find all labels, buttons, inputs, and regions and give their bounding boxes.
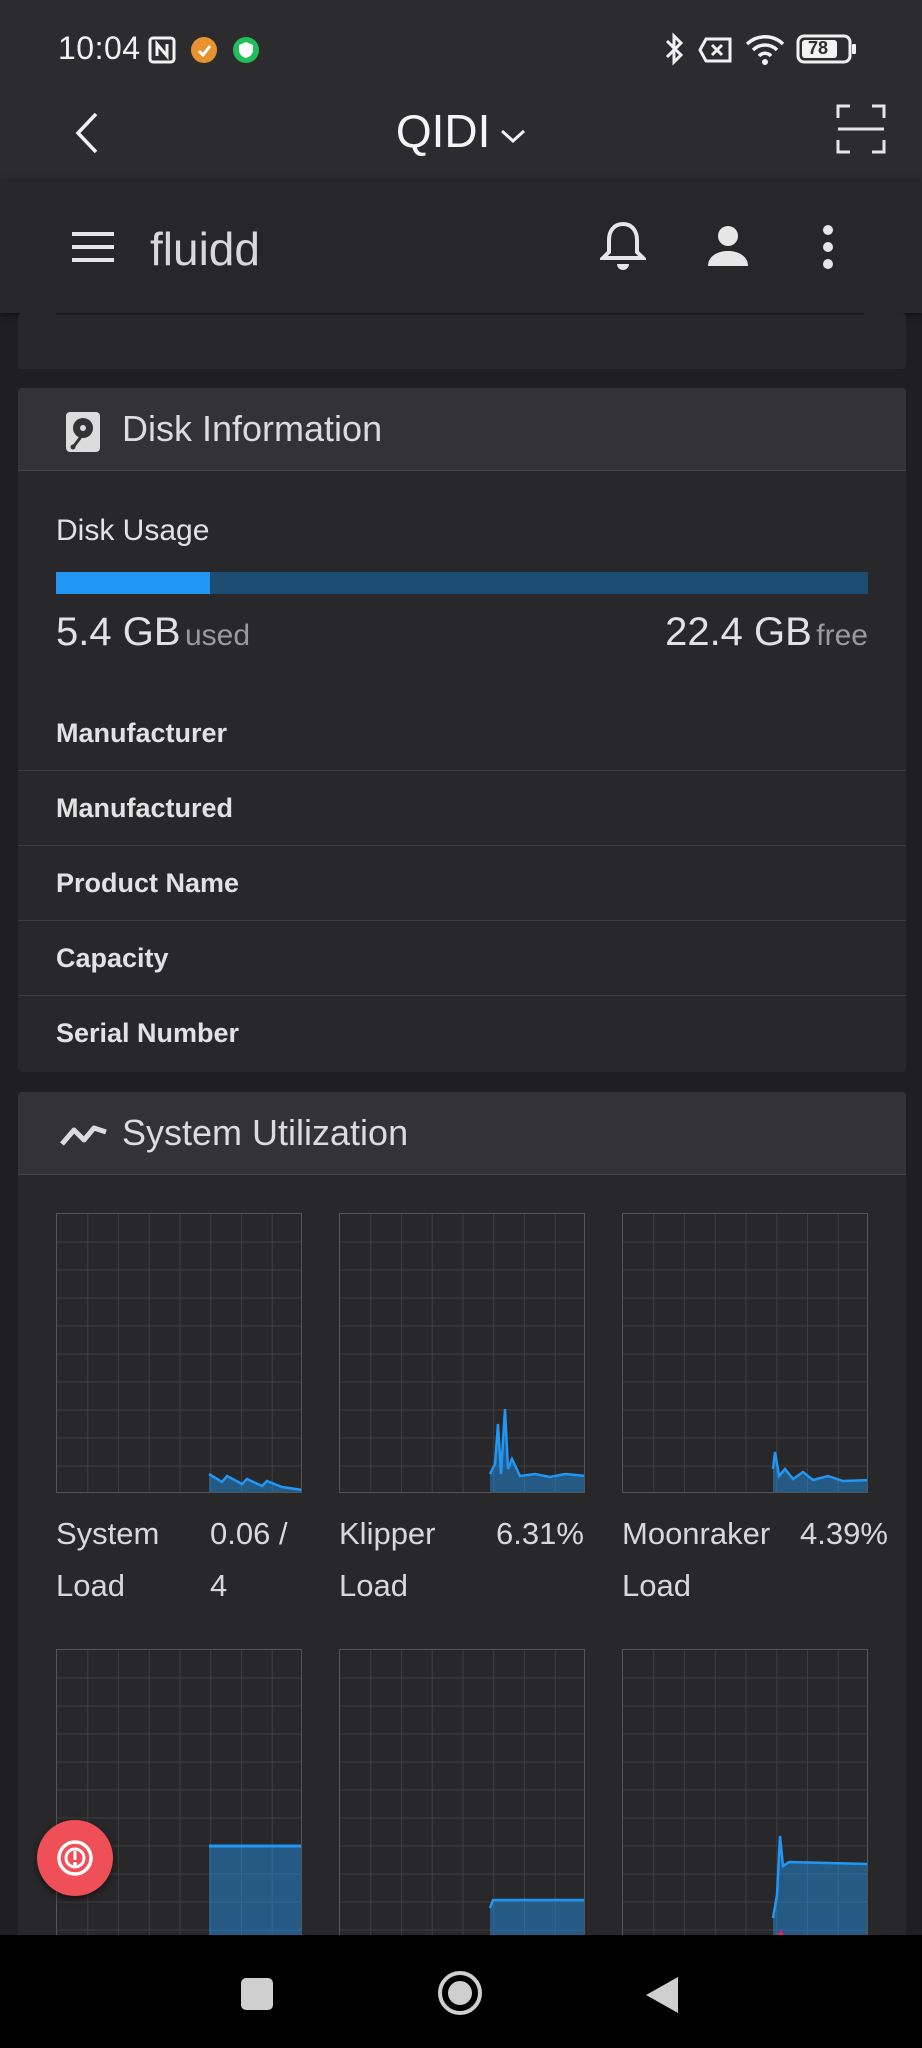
app-logo: fluidd xyxy=(150,223,260,275)
property-label: Capacity xyxy=(56,943,169,973)
app-bar: fluidd xyxy=(0,180,922,313)
moonraker-load-label-line2: Load xyxy=(622,1568,691,1603)
utilization-card-title: System Utilization xyxy=(122,1112,409,1153)
user-icon[interactable] xyxy=(706,224,750,273)
temperature-chart-plot xyxy=(623,1650,867,1947)
status-time: 10:04 xyxy=(58,30,141,66)
battery-level: 78 xyxy=(808,38,829,58)
property-row-product-name: Product Name xyxy=(18,846,906,921)
previous-card-divider xyxy=(56,313,864,315)
chevron-down-icon xyxy=(492,119,526,150)
disk-usage-fill xyxy=(56,572,211,594)
klipper-load-chart-plot xyxy=(340,1214,584,1492)
property-row-serial-number: Serial Number xyxy=(18,996,906,1071)
moonraker-load-label: Moonraker Load xyxy=(622,1508,770,1612)
disk-usage-label: Disk Usage xyxy=(56,514,210,547)
back-nav-button[interactable] xyxy=(644,1975,680,2020)
emergency-stop-button[interactable] xyxy=(37,1820,113,1896)
harddisk-icon xyxy=(64,410,102,459)
moonraker-load-chart xyxy=(622,1213,868,1493)
property-row-capacity: Capacity xyxy=(18,921,906,996)
site-title: QIDI xyxy=(395,105,491,157)
nfc-icon xyxy=(148,36,176,69)
app-notification-icon xyxy=(190,36,218,69)
system-load-label-line2: Load xyxy=(56,1568,125,1603)
disk-card-header: Disk Information xyxy=(18,388,906,471)
utilization-card-header: System Utilization xyxy=(18,1092,906,1175)
moonraker-load-chart-plot xyxy=(623,1214,867,1492)
klipper-load-value: 6.31% xyxy=(496,1508,584,1560)
disk-card-title: Disk Information xyxy=(122,408,383,449)
system-load-value: 0.06 / 4 xyxy=(210,1508,288,1612)
disk-free-readout: 22.4 GB free xyxy=(665,610,868,655)
klipper-load-label-line1: Klipper xyxy=(339,1516,436,1551)
klipper-load-value-line1: 6.31% xyxy=(496,1516,584,1551)
more-vert-icon[interactable] xyxy=(822,224,834,275)
site-title-dropdown[interactable]: QIDI xyxy=(0,104,922,158)
moonraker-load-value: 4.39% xyxy=(800,1508,888,1560)
network-chart xyxy=(339,1649,585,1948)
disk-free-value: 22.4 GB xyxy=(665,610,812,654)
property-label: Product Name xyxy=(56,868,240,898)
moonraker-load-value-line1: 4.39% xyxy=(800,1516,888,1551)
system-load-chart xyxy=(56,1213,302,1493)
memory-usage-chart-plot xyxy=(57,1650,301,1947)
klipper-load-chart xyxy=(339,1213,585,1493)
klipper-load-label: Klipper Load xyxy=(339,1508,436,1612)
klipper-load-label-line2: Load xyxy=(339,1568,408,1603)
system-utilization-card: System Utilization System Load 0.06 / 4 … xyxy=(18,1092,906,1948)
system-load-value-line2: 4 xyxy=(210,1568,228,1603)
property-label: Serial Number xyxy=(56,1018,240,1048)
temperature-chart xyxy=(622,1649,868,1948)
system-load-chart-plot xyxy=(57,1214,301,1492)
network-chart-plot xyxy=(340,1650,584,1947)
bluetooth-icon xyxy=(662,32,686,71)
android-nav-bar xyxy=(0,1935,922,2048)
sim-off-icon xyxy=(698,36,732,69)
system-load-value-line1: 0.06 / xyxy=(210,1516,288,1551)
previous-card-bottom xyxy=(18,313,906,369)
property-row-manufacturer: Manufacturer xyxy=(18,696,906,771)
status-bar: 10:04 78 xyxy=(0,0,922,100)
scan-icon[interactable] xyxy=(836,104,886,159)
home-button[interactable] xyxy=(436,1969,484,2022)
memory-usage-chart xyxy=(56,1649,302,1948)
disk-used-readout: 5.4 GB used xyxy=(56,610,250,655)
disk-usage-bar xyxy=(56,572,868,594)
disk-used-value: 5.4 GB xyxy=(56,610,181,654)
property-label: Manufacturer xyxy=(56,718,228,748)
emergency-stop-icon xyxy=(54,1837,96,1884)
wifi-icon xyxy=(744,32,786,71)
recents-button[interactable] xyxy=(240,1977,274,2016)
property-row-manufactured: Manufactured xyxy=(18,771,906,846)
moonraker-load-label-line1: Moonraker xyxy=(622,1516,771,1551)
shield-app-icon xyxy=(232,36,260,69)
bell-icon[interactable] xyxy=(598,220,648,277)
system-load-label: System Load xyxy=(56,1508,159,1612)
disk-used-suffix: used xyxy=(184,619,251,652)
disk-free-suffix: free xyxy=(816,619,868,652)
browser-header: QIDI xyxy=(0,100,922,180)
system-load-label-line1: System xyxy=(56,1516,160,1551)
memory-usage-series xyxy=(209,1846,301,1947)
disk-information-card: Disk Information Disk Usage 5.4 GB used … xyxy=(18,388,906,1072)
menu-icon[interactable] xyxy=(70,230,116,269)
chart-line-icon xyxy=(58,1116,110,1155)
property-label: Manufactured xyxy=(56,793,234,823)
